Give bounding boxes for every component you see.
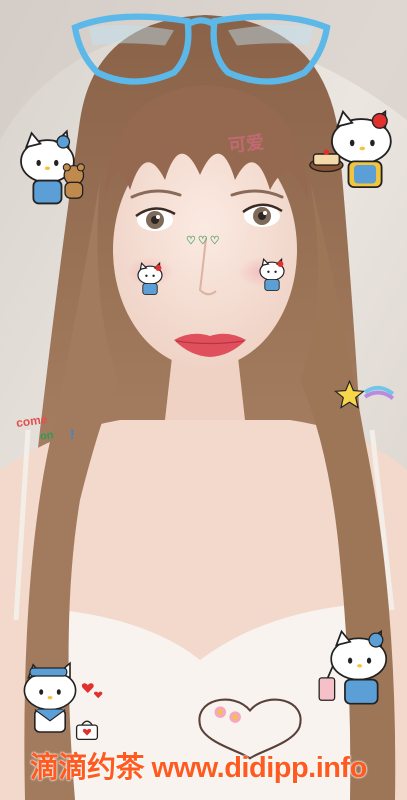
kitty-cheek-left-icon bbox=[137, 261, 163, 295]
forehead-sticker-text: 可爱 bbox=[227, 132, 266, 156]
glasses-icon bbox=[71, 13, 331, 85]
watermark-text: 滴滴约茶 www.didipp.info bbox=[30, 752, 367, 784]
kitty-with-cake-icon bbox=[309, 109, 392, 189]
come-on-text-2: on bbox=[39, 429, 55, 443]
star-icon bbox=[334, 379, 395, 409]
nose-sticker-text: ♡♡♡ bbox=[186, 235, 222, 247]
come-on-exclamation: ! bbox=[70, 426, 75, 442]
photo-scene: 可爱 come on ! ♡♡♡ 滴滴约茶 www.didipp.info bbox=[0, 0, 407, 800]
hearts-icon bbox=[81, 683, 103, 699]
kitty-drink-icon bbox=[318, 629, 388, 705]
kitty-with-bear-icon bbox=[20, 129, 85, 205]
bag-icon bbox=[75, 720, 99, 741]
kitty-cheek-right-icon bbox=[259, 257, 285, 291]
